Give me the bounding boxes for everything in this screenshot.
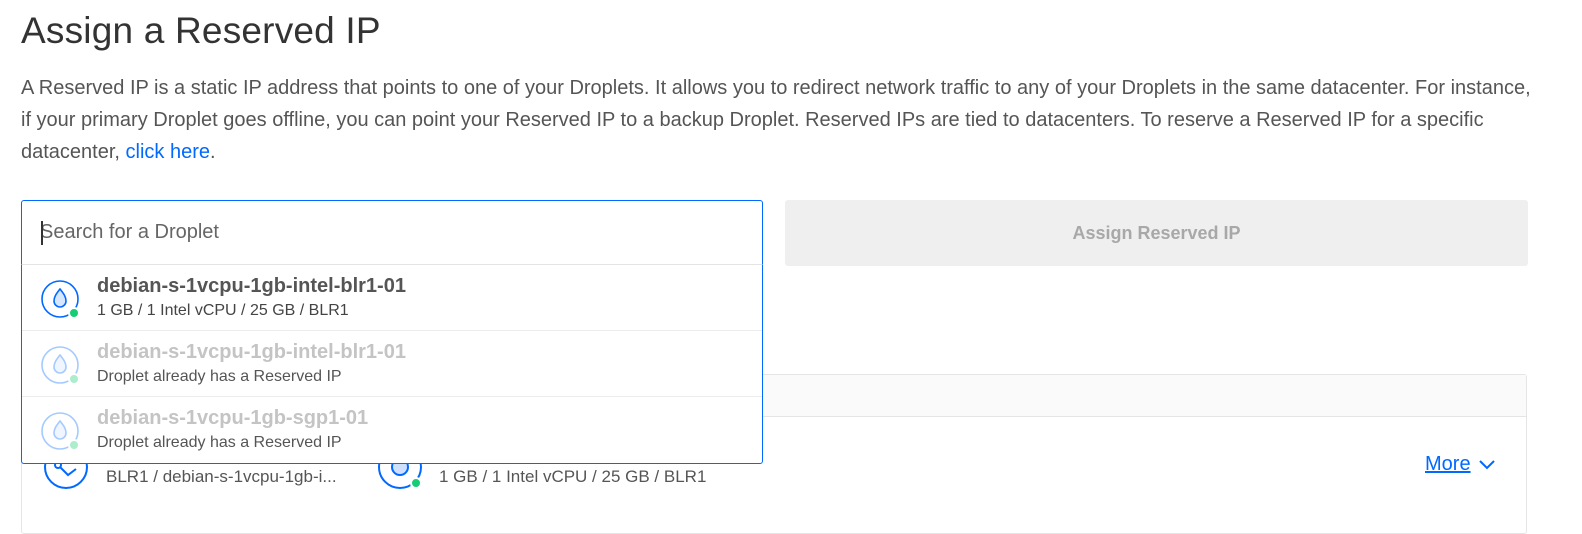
droplet-dropdown: debian-s-1vcpu-1gb-intel-blr1-01 1 GB / …	[21, 264, 763, 464]
droplet-option-status: Droplet already has a Reserved IP	[97, 368, 342, 385]
table-row-location: BLR1 / debian-s-1vcpu-1gb-i...	[106, 467, 337, 486]
droplet-option-specs: 1 GB / 1 Intel vCPU / 25 GB / BLR1	[97, 302, 349, 319]
description-text: A Reserved IP is a static IP address tha…	[21, 77, 1531, 163]
more-label: More	[1425, 453, 1471, 475]
more-button[interactable]: More	[1425, 453, 1495, 476]
page-title: Assign a Reserved IP	[21, 10, 381, 51]
click-here-link[interactable]: click here	[126, 141, 210, 163]
droplet-option-name: debian-s-1vcpu-1gb-sgp1-01	[97, 407, 369, 429]
text-cursor	[41, 221, 43, 245]
chevron-down-icon	[1478, 453, 1495, 476]
droplet-search-input[interactable]	[40, 201, 740, 264]
droplet-icon	[40, 345, 80, 385]
droplet-icon	[40, 411, 80, 451]
droplet-option-name: debian-s-1vcpu-1gb-intel-blr1-01	[97, 341, 406, 363]
droplet-icon	[40, 279, 80, 319]
page-description: A Reserved IP is a static IP address tha…	[21, 72, 1531, 168]
droplet-option-status: Droplet already has a Reserved IP	[97, 434, 342, 451]
droplet-option[interactable]: debian-s-1vcpu-1gb-intel-blr1-01 1 GB / …	[22, 265, 762, 331]
droplet-search-box[interactable]	[21, 200, 763, 265]
description-end: .	[210, 141, 216, 163]
assign-reserved-ip-button[interactable]: Assign Reserved IP	[785, 200, 1528, 266]
droplet-option-name: debian-s-1vcpu-1gb-intel-blr1-01	[97, 275, 406, 297]
droplet-option-disabled: debian-s-1vcpu-1gb-intel-blr1-01 Droplet…	[22, 331, 762, 397]
table-row-specs: 1 GB / 1 Intel vCPU / 25 GB / BLR1	[439, 467, 707, 486]
droplet-option-disabled: debian-s-1vcpu-1gb-sgp1-01 Droplet alrea…	[22, 397, 762, 463]
